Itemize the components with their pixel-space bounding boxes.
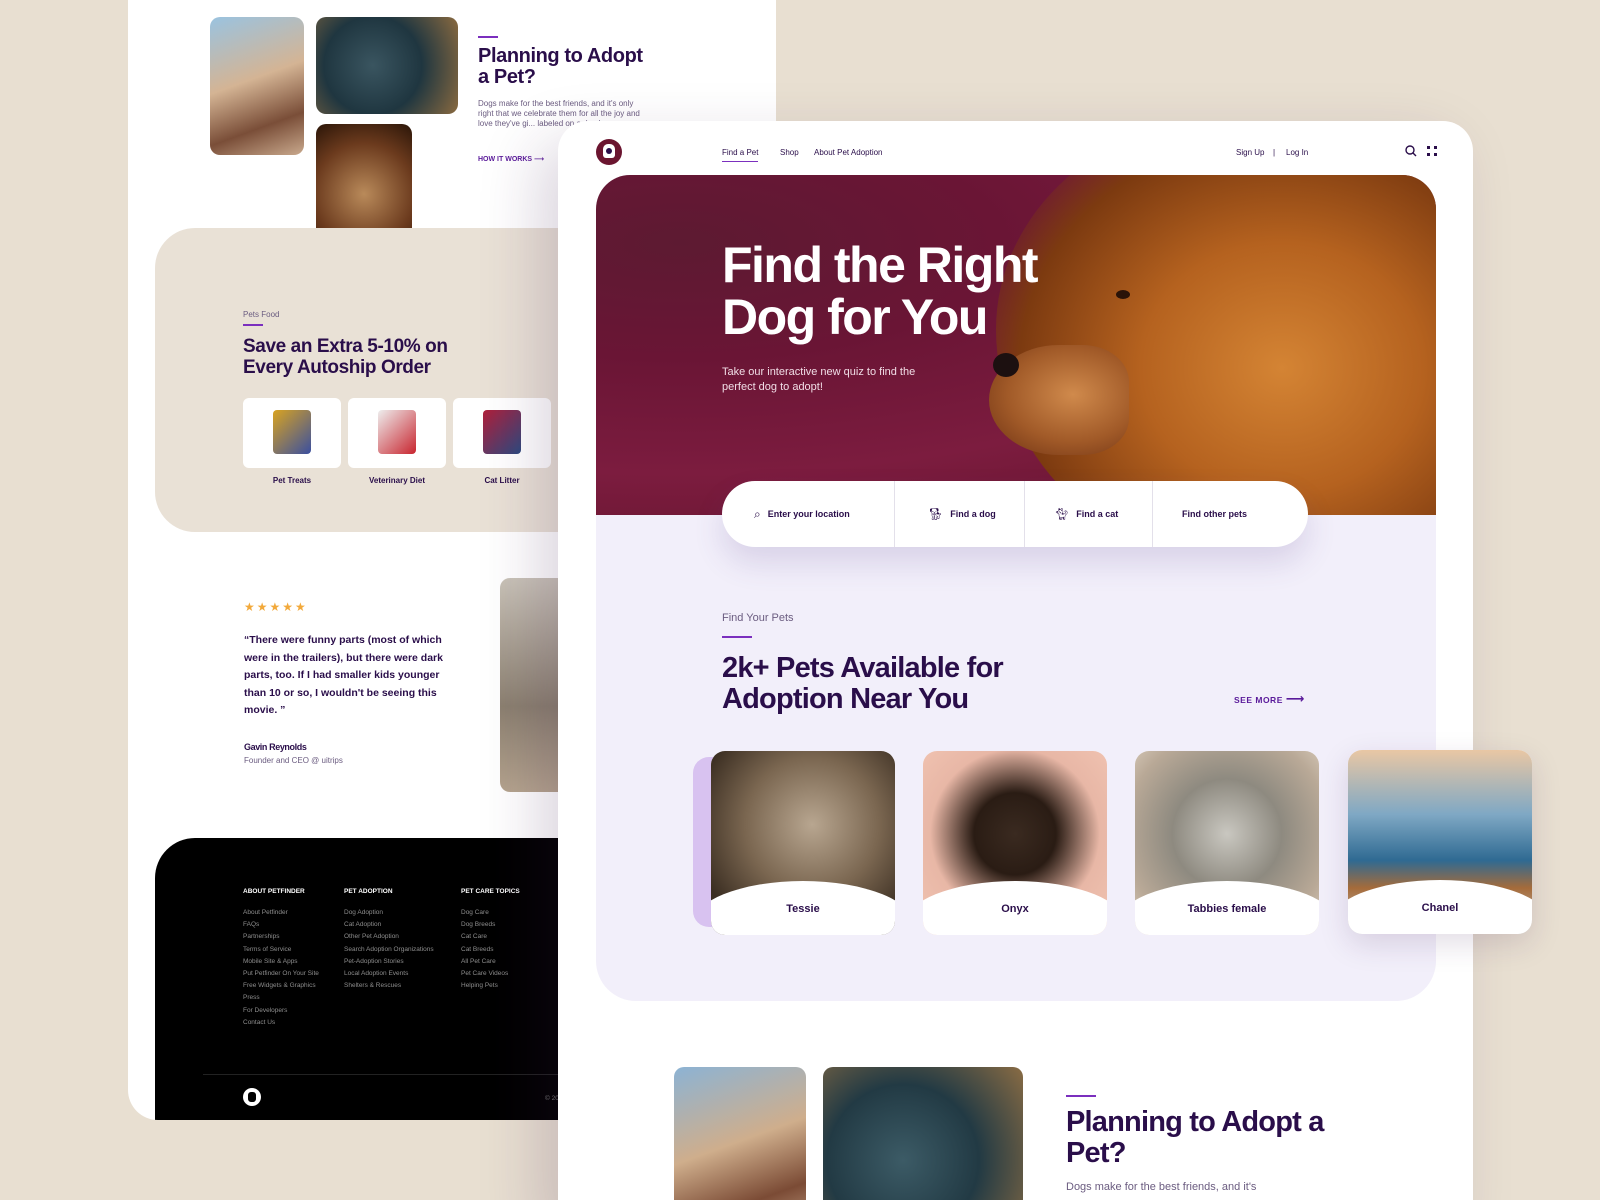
footer-column: ABOUT PETFINDER About Petfinder FAQs Par…	[243, 888, 319, 1029]
pet-name: Onyx	[1001, 903, 1029, 915]
landing-page: Find a Pet Shop About Pet Adoption Sign …	[558, 121, 1473, 1200]
footer-heading: PET ADOPTION	[344, 888, 393, 895]
pet-card[interactable]: Chanel	[1348, 750, 1532, 934]
petfinder-logo-icon[interactable]	[596, 139, 622, 165]
pet-name: Tabbies female	[1187, 903, 1267, 915]
dog-icon: 🐕︎	[928, 507, 944, 521]
dog-nose	[993, 353, 1019, 377]
footer-link[interactable]: Mobile Site & Apps	[243, 956, 319, 968]
hero-subtitle: Take our interactive new quiz to find th…	[722, 366, 916, 393]
nav-separator: |	[1273, 148, 1276, 157]
review-author: Gavin Reynolds	[244, 742, 307, 752]
footer-link[interactable]: Helping Pets	[461, 980, 520, 992]
footer-column: PET ADOPTION Dog Adoption Cat Adoption O…	[344, 888, 434, 992]
find-a-cat-button[interactable]: 🐈︎ Find a cat	[1054, 481, 1118, 547]
footer-link[interactable]: Search Adoption Organizations	[344, 944, 434, 956]
footer-link[interactable]: Terms of Service	[243, 944, 319, 956]
hero-banner: Find the Right Dog for You Take our inte…	[596, 175, 1436, 515]
log-in-link[interactable]: Log In	[1286, 148, 1308, 157]
footer-link[interactable]: All Pet Care	[461, 956, 520, 968]
pet-card[interactable]: Tessie	[711, 751, 895, 935]
pets-title: 2k+ Pets Available for Adoption Near You	[722, 652, 1004, 715]
veterinary-diet-image	[378, 410, 416, 454]
footer-link[interactable]: Free Widgets & Graphics	[243, 980, 319, 992]
footer-link[interactable]: FAQs	[243, 919, 319, 931]
search-icon: ⌕	[754, 506, 761, 521]
footer-link[interactable]: Other Pet Adoption	[344, 931, 434, 943]
find-other-pets-button[interactable]: Find other pets	[1182, 481, 1247, 547]
nav-find-a-pet[interactable]: Find a Pet	[722, 148, 759, 162]
planning-body: Dogs make for the best friends, and it's	[1066, 1181, 1257, 1193]
footer-link[interactable]: Cat Breeds	[461, 944, 520, 956]
pet-search-bar: ⌕ Enter your location 🐕︎ Find a dog 🐈︎ Find…	[722, 481, 1308, 547]
nav-about-pet-adoption[interactable]: About Pet Adoption	[814, 148, 883, 157]
location-input[interactable]: ⌕ Enter your location	[754, 481, 850, 547]
pet-name: Chanel	[1421, 902, 1459, 914]
pets-eyebrow: Find Your Pets	[722, 612, 794, 624]
footer-link[interactable]: Shelters & Rescues	[344, 980, 434, 992]
footer-column: PET CARE TOPICS Dog Care Dog Breeds Cat …	[461, 888, 520, 992]
see-more-link[interactable]: SEE MORE ⟶	[1234, 691, 1305, 707]
cat-litter-image	[483, 410, 521, 454]
footer-link[interactable]: Cat Adoption	[344, 919, 434, 931]
accent-line	[722, 636, 752, 638]
food-title: Save an Extra 5-10% on Every Autoship Or…	[243, 336, 448, 378]
footer-link[interactable]: About Petfinder	[243, 907, 319, 919]
product-card[interactable]	[348, 398, 446, 468]
product-card[interactable]	[243, 398, 341, 468]
footer-link[interactable]: Cat Care	[461, 931, 520, 943]
nav-shop[interactable]: Shop	[780, 148, 799, 157]
footer-link[interactable]: Dog Adoption	[344, 907, 434, 919]
footer-link[interactable]: Partnerships	[243, 931, 319, 943]
woman-with-dog-photo	[674, 1067, 806, 1200]
footer-link[interactable]: Press	[243, 992, 319, 1004]
product-label: Pet Treats	[272, 476, 312, 485]
pet-treats-image	[273, 410, 311, 454]
footer-link[interactable]: For Developers	[243, 1005, 319, 1017]
planning-title: Planning to Adopt a Pet?	[1066, 1106, 1324, 1169]
arrow-right-icon: ⟶	[534, 156, 545, 163]
rating-stars: ★★★★★	[244, 600, 308, 614]
pet-card[interactable]: Tabbies female	[1135, 751, 1319, 935]
couple-with-dog-photo	[316, 17, 458, 114]
sign-up-link[interactable]: Sign Up	[1236, 148, 1264, 157]
footer-heading: ABOUT PETFINDER	[243, 888, 305, 895]
product-label: Veterinary Diet	[368, 476, 426, 485]
accent-line	[478, 36, 498, 38]
accent-line	[243, 324, 263, 326]
petfinder-logo-icon[interactable]	[243, 1088, 261, 1106]
review-quote: “There were funny parts (most of which w…	[244, 634, 443, 716]
cat-icon: 🐈︎	[1054, 507, 1070, 521]
footer-link[interactable]: Pet Care Videos	[461, 968, 520, 980]
footer-link[interactable]: Dog Care	[461, 907, 520, 919]
pet-name: Tessie	[786, 903, 820, 915]
footer-link[interactable]: Pet-Adoption Stories	[344, 956, 434, 968]
divider	[894, 481, 895, 547]
product-card[interactable]	[453, 398, 551, 468]
divider	[1024, 481, 1025, 547]
footer-link[interactable]: Contact Us	[243, 1017, 319, 1029]
how-it-works-link[interactable]: HOW IT WORKS ⟶	[478, 155, 544, 165]
hero-title: Find the Right Dog for You	[722, 237, 1039, 345]
food-eyebrow: Pets Food	[243, 310, 280, 319]
accent-line	[1066, 1095, 1096, 1097]
find-a-dog-button[interactable]: 🐕︎ Find a dog	[928, 481, 996, 547]
arrow-right-icon: ⟶	[1285, 691, 1305, 706]
footer-link[interactable]: Put Petfinder On Your Site	[243, 968, 319, 980]
dog-eye	[1116, 290, 1130, 299]
product-label: Cat Litter	[484, 476, 520, 485]
planning-title: Planning to Adopt a Pet?	[478, 45, 643, 88]
footer-link[interactable]: Local Adoption Events	[344, 968, 434, 980]
couple-with-dog-photo	[823, 1067, 1023, 1200]
menu-grid-icon[interactable]	[1424, 143, 1440, 159]
divider	[1152, 481, 1153, 547]
pet-card[interactable]: Onyx	[923, 751, 1107, 935]
footer-heading: PET CARE TOPICS	[461, 888, 520, 895]
review-role: Founder and CEO @ uitrips	[244, 756, 343, 765]
search-icon[interactable]	[1403, 143, 1419, 159]
woman-with-dog-photo	[210, 17, 304, 155]
footer-link[interactable]: Dog Breeds	[461, 919, 520, 931]
